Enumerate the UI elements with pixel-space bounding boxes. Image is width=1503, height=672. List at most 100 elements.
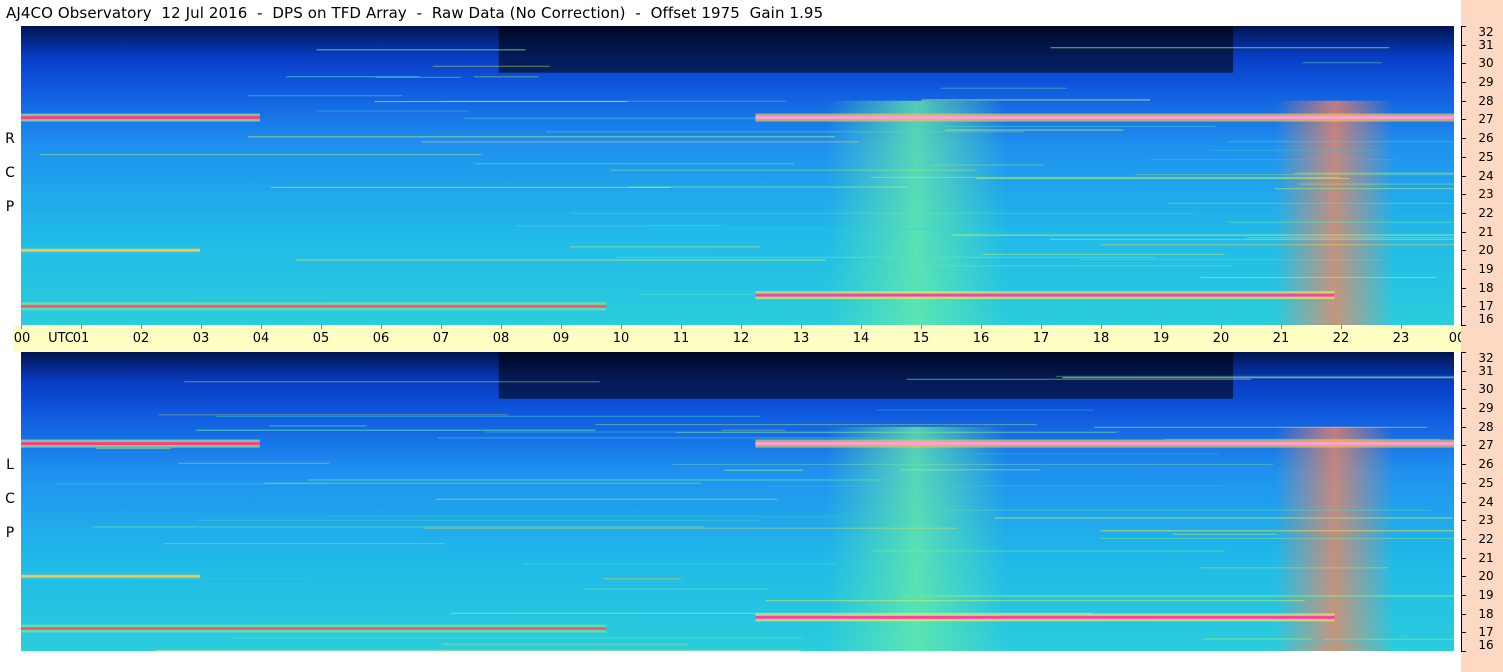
interference-line	[1099, 537, 1454, 539]
utc-tick	[261, 325, 262, 329]
frequency-tick	[1461, 194, 1466, 195]
interference-line	[295, 259, 826, 261]
utc-tick-label: 17	[1032, 331, 1050, 346]
frequency-tick-label: 25	[1478, 475, 1494, 490]
frequency-tick-label: 23	[1478, 513, 1494, 528]
high-frequency-dark-region	[498, 352, 1234, 399]
interference-line	[921, 99, 1151, 101]
interference-line	[616, 256, 1157, 258]
frequency-tick	[1461, 445, 1466, 446]
polarization-letter: L	[6, 457, 14, 473]
interference-line	[515, 225, 722, 227]
interference-line	[523, 563, 836, 565]
polarization-letter: C	[5, 165, 15, 181]
frequency-tick-label: 22	[1478, 205, 1494, 220]
rcp-spectrogram-svg	[21, 26, 1454, 325]
interference-line	[877, 409, 1094, 411]
frequency-tick-label: 30	[1478, 382, 1494, 397]
interference-line	[1294, 172, 1454, 174]
frequency-tick	[1461, 26, 1466, 27]
interference-line	[722, 429, 786, 431]
utc-tick	[1041, 325, 1042, 329]
interference-line	[1227, 221, 1454, 223]
frequency-tick	[1461, 464, 1466, 465]
interference-line	[1256, 639, 1411, 641]
frequency-tick-label: 31	[1478, 363, 1494, 378]
interference-line	[215, 415, 761, 417]
interference-line	[324, 516, 846, 518]
interference-line	[437, 437, 940, 439]
interference-line	[421, 141, 859, 143]
interference-line	[1077, 259, 1382, 261]
frequency-tick	[1461, 232, 1466, 233]
rcp-polarization-label: R C P	[0, 122, 20, 224]
interference-line	[951, 234, 1454, 236]
interference-line	[247, 95, 403, 97]
utc-tick-label: 03	[192, 331, 210, 346]
emission-band	[755, 116, 1454, 120]
utc-tick-label: 07	[432, 331, 450, 346]
utc-tick-label: 09	[552, 331, 570, 346]
interference-line	[1101, 244, 1454, 246]
interference-line	[976, 178, 1351, 180]
interference-line	[1110, 610, 1271, 612]
frequency-tick-label: 24	[1478, 168, 1494, 183]
frequency-tick-label: 21	[1478, 224, 1494, 239]
frequency-tick-label: 21	[1478, 550, 1494, 565]
interference-line	[942, 509, 1431, 511]
emission-band	[21, 574, 201, 578]
utc-tick	[201, 325, 202, 329]
frequency-tick	[1461, 502, 1466, 503]
interference-line	[158, 414, 508, 416]
utc-tick	[321, 325, 322, 329]
lcp-polarization-label: L C P	[0, 448, 20, 550]
frequency-tick	[1461, 82, 1466, 83]
interference-line	[307, 479, 882, 481]
utc-tick	[621, 325, 622, 329]
interference-line	[475, 163, 794, 165]
emission-band	[755, 293, 1335, 297]
frequency-tick	[1461, 306, 1466, 307]
frequency-tick	[1461, 520, 1466, 521]
utc-tick-label: 21	[1272, 331, 1290, 346]
frequency-tick-label: 32	[1478, 25, 1494, 39]
interference-line	[872, 550, 1225, 552]
interference-line	[374, 101, 628, 103]
interference-line	[944, 129, 1124, 131]
utc-tick	[381, 325, 382, 329]
emission-band	[21, 627, 607, 631]
interference-line	[909, 265, 1234, 267]
frequency-tick-label: 29	[1478, 401, 1494, 416]
utc-tick	[81, 325, 82, 329]
polarization-letter: C	[5, 491, 15, 507]
frequency-tick-label: 28	[1478, 419, 1494, 434]
utc-tick-label: 13	[792, 331, 810, 346]
utc-tick-label: 15	[912, 331, 930, 346]
utc-tick	[561, 325, 562, 329]
frequency-tick-label: 18	[1478, 280, 1494, 295]
interference-line	[1150, 159, 1394, 161]
interference-line	[1203, 638, 1312, 640]
utc-tick-label: 00	[13, 331, 31, 346]
utc-tick	[921, 325, 922, 329]
utc-time-axis: 00 01 02 03 04 05 06 07 08 09 10 11 12 13 14 15 16 17 18 19…	[13, 325, 1492, 352]
interference-line	[473, 76, 539, 78]
utc-tick	[741, 325, 742, 329]
frequency-tick-label: 26	[1478, 457, 1494, 472]
utc-tick	[981, 325, 982, 329]
lcp-spectrogram-svg	[21, 352, 1454, 651]
polarization-letter: R	[5, 131, 15, 147]
utc-tick	[1221, 325, 1222, 329]
frequency-tick	[1461, 138, 1466, 139]
interference-line	[1302, 62, 1382, 64]
interference-line	[1210, 149, 1382, 151]
utc-tick	[21, 325, 22, 329]
interference-line	[435, 498, 778, 500]
frequency-tick-label: 30	[1478, 56, 1494, 71]
frequency-tick	[1461, 389, 1466, 390]
interference-line	[264, 482, 702, 484]
interference-line	[247, 136, 835, 138]
utc-tick-label: 01	[72, 331, 90, 346]
utc-tick-label: 04	[252, 331, 270, 346]
emission-band	[21, 304, 607, 308]
